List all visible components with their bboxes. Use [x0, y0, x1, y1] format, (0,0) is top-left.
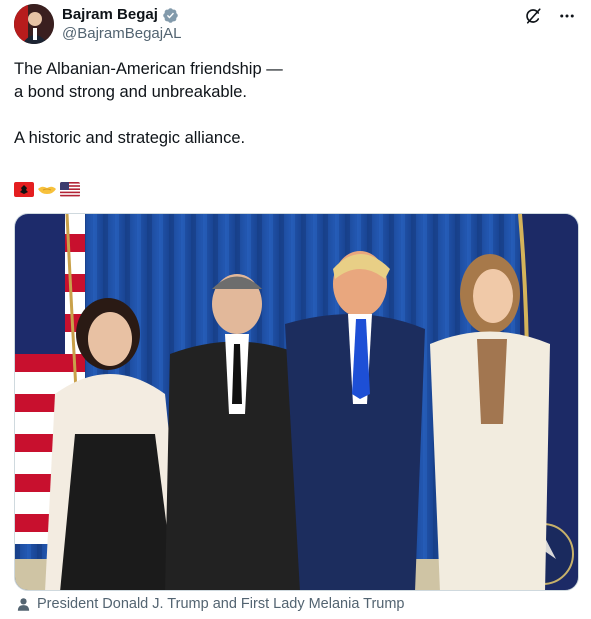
- person-icon: [17, 597, 30, 611]
- avatar-image: [14, 4, 54, 44]
- tagged-people-row[interactable]: President Donald J. Trump and First Lady…: [16, 596, 405, 612]
- group-photo-image: [15, 214, 578, 590]
- us-flag-emoji: [60, 181, 80, 197]
- author-name-row[interactable]: Bajram Begaj: [62, 6, 181, 24]
- albania-flag-emoji: [14, 181, 34, 197]
- tweet-line-2: a bond strong and unbreakable.: [14, 83, 248, 101]
- grok-icon[interactable]: [523, 6, 543, 26]
- avatar[interactable]: [14, 4, 54, 44]
- header-actions: [523, 6, 577, 26]
- more-options-icon[interactable]: [557, 6, 577, 26]
- verified-badge-icon: [163, 7, 178, 23]
- author-names: Bajram Begaj @BajramBegajAL: [62, 6, 181, 44]
- handshake-emoji: [37, 181, 57, 197]
- tweet-line-3: A historic and strategic alliance.: [14, 129, 246, 147]
- tweet-line-1: The Albanian-American friendship —: [14, 60, 283, 78]
- emoji-row: [14, 180, 80, 198]
- tweet-body: The Albanian-American friendship — a bon…: [14, 58, 574, 150]
- tagged-people-text[interactable]: President Donald J. Trump and First Lady…: [37, 596, 405, 612]
- author-display-name[interactable]: Bajram Begaj: [62, 6, 158, 24]
- tweet-photo[interactable]: [14, 213, 579, 591]
- tweet-header: Bajram Begaj @BajramBegajAL: [14, 4, 577, 44]
- author-handle[interactable]: @BajramBegajAL: [62, 24, 181, 44]
